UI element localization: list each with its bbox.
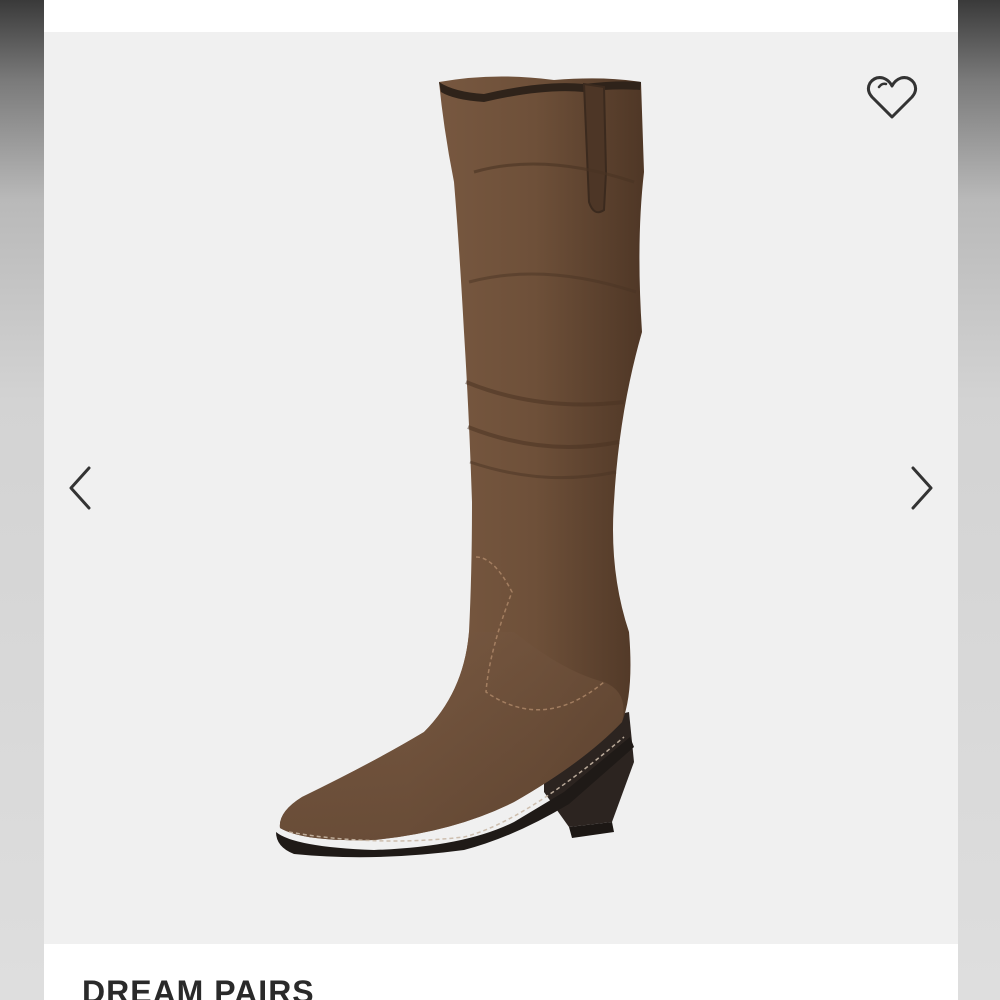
top-strip — [44, 0, 958, 32]
brand-name[interactable]: DREAM PAIRS — [82, 976, 315, 1000]
backdrop-left — [0, 0, 44, 1000]
chevron-left-icon — [69, 466, 91, 510]
product-image-gallery[interactable] — [44, 32, 958, 944]
wishlist-button[interactable] — [862, 72, 922, 124]
backdrop-right — [956, 0, 1000, 1000]
product-page: DREAM PAIRS — [44, 0, 958, 1000]
next-image-button[interactable] — [902, 460, 942, 516]
chevron-right-icon — [911, 466, 933, 510]
product-image — [276, 76, 644, 858]
heart-outline-icon — [866, 76, 918, 119]
previous-image-button[interactable] — [60, 460, 100, 516]
product-info: DREAM PAIRS — [44, 944, 958, 1000]
